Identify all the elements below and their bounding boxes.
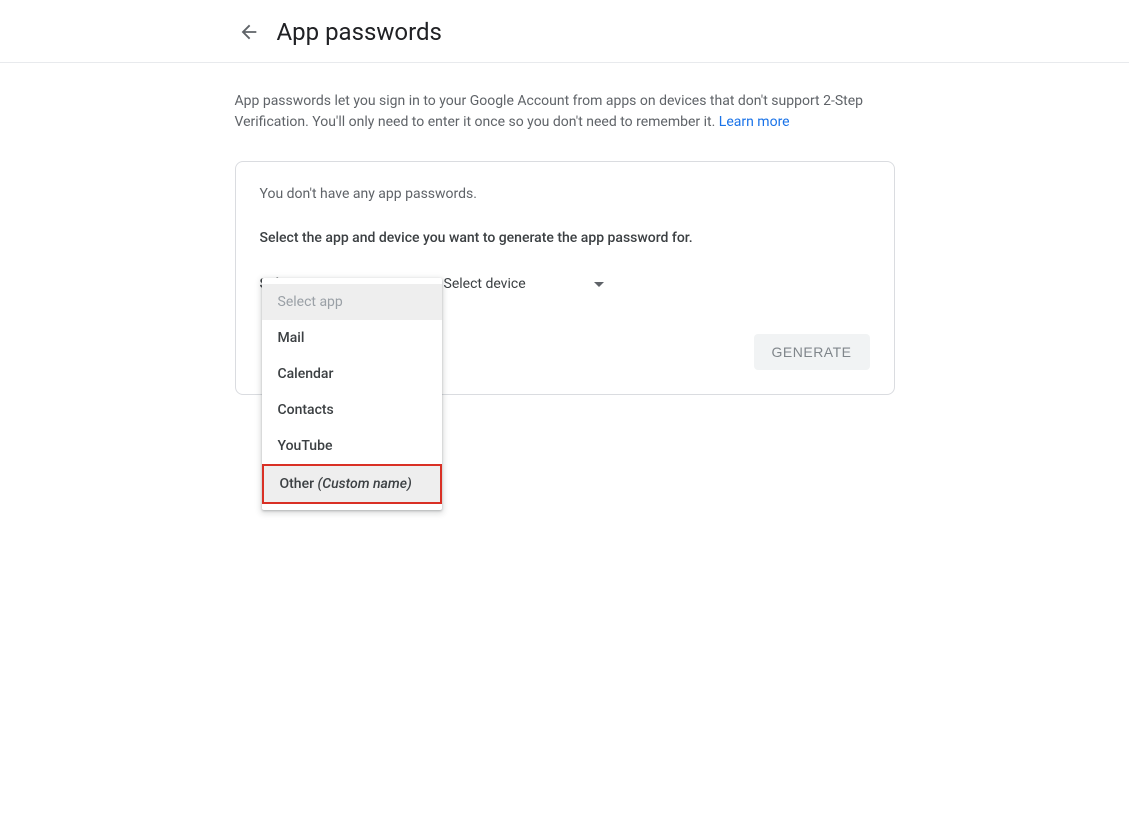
select-instruction: Select the app and device you want to ge… [260, 230, 870, 246]
page-description: App passwords let you sign in to your Go… [235, 91, 895, 133]
dropdown-item-contacts[interactable]: Contacts [262, 392, 442, 428]
select-app-dropdown: Select app Mail Calendar Contacts YouTub… [262, 278, 442, 510]
generate-button[interactable]: GENERATE [754, 334, 870, 370]
app-passwords-card: You don't have any app passwords. Select… [235, 161, 895, 395]
learn-more-link[interactable]: Learn more [719, 114, 790, 130]
dropdown-item-other-suffix: (Custom name) [318, 476, 412, 492]
empty-state-msg: You don't have any app passwords. [260, 186, 870, 202]
dropdown-item-youtube[interactable]: YouTube [262, 428, 442, 464]
select-device-label: Select device [444, 276, 526, 292]
select-device-trigger[interactable]: Select device [444, 270, 604, 298]
dropdown-item-calendar[interactable]: Calendar [262, 356, 442, 392]
caret-down-icon [594, 282, 604, 287]
page-title: App passwords [277, 18, 442, 46]
dropdown-header: Select app [262, 284, 442, 320]
dropdown-item-other[interactable]: Other (Custom name) [262, 464, 442, 504]
dropdown-item-mail[interactable]: Mail [262, 320, 442, 356]
page-header: App passwords [0, 0, 1129, 63]
back-arrow-icon[interactable] [237, 20, 261, 44]
dropdown-item-other-label: Other [280, 476, 318, 492]
